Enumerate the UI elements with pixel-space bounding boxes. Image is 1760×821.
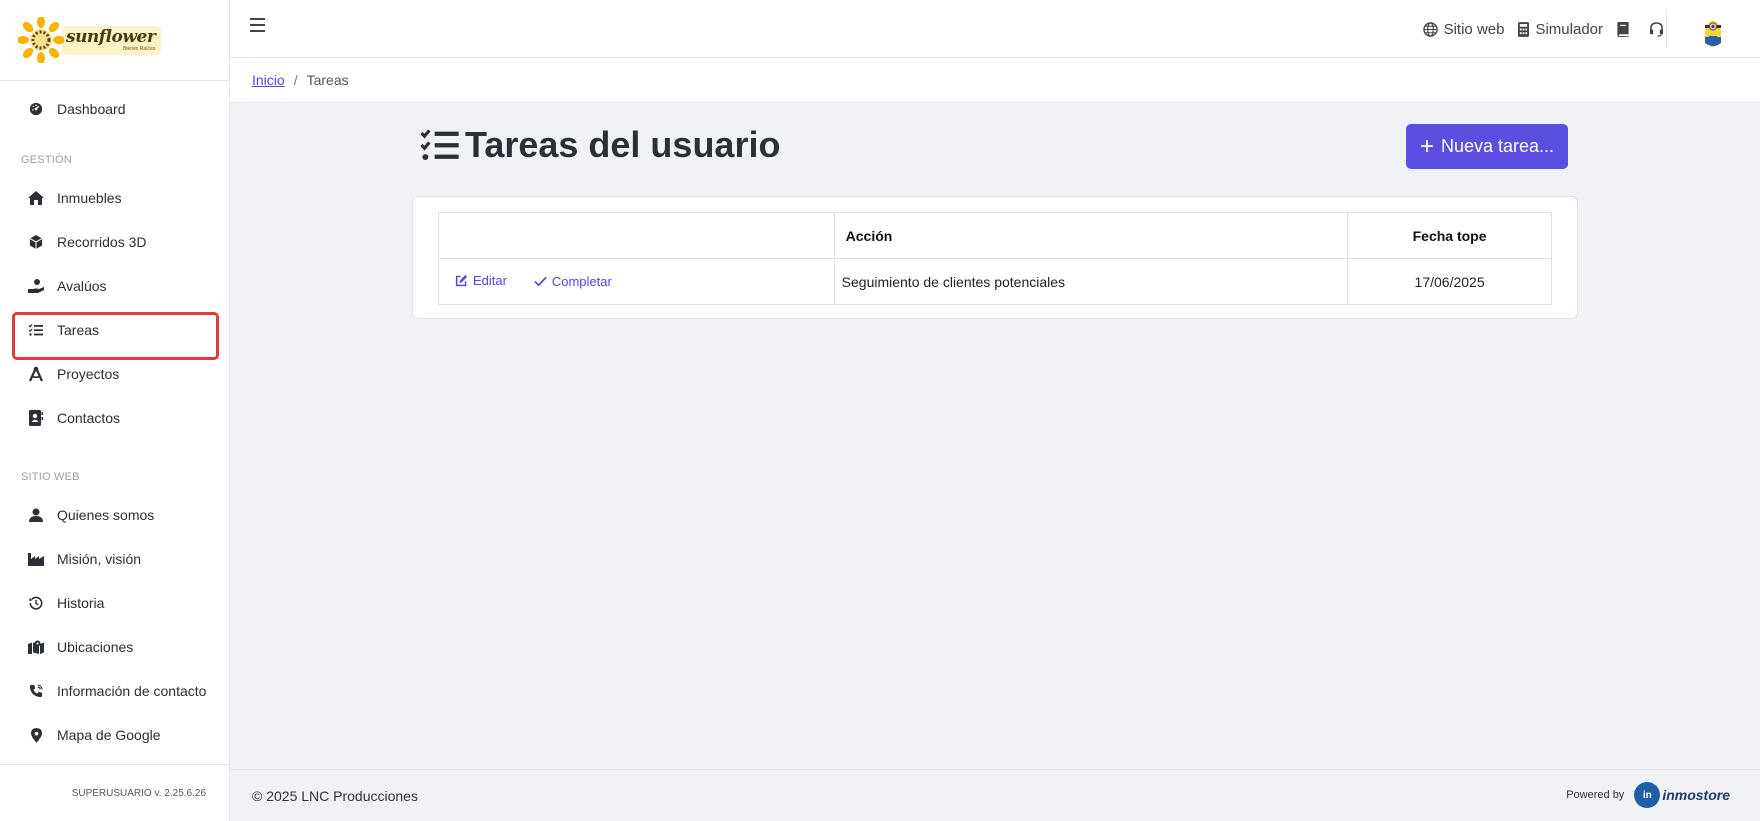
sidebar-item-label: Quienes somos: [57, 507, 155, 523]
home-icon: [28, 190, 44, 206]
check-icon: [534, 276, 547, 287]
sidebar-item-label: Mapa de Google: [57, 727, 161, 743]
topbar-links: Sitio web Simulador: [1409, 0, 1670, 58]
book-icon: [1617, 21, 1629, 37]
sidebar-item-label: Historia: [57, 595, 105, 611]
sidebar-item-quienes-somos[interactable]: Quienes somos: [0, 493, 229, 537]
column-header-actions: [438, 212, 835, 259]
topbar: Sitio web Simulador: [230, 0, 1760, 58]
gauge-icon: [28, 101, 44, 117]
logo-wordmark: sunflower Bienes Raíces: [62, 25, 162, 55]
sidebar-item-inmuebles[interactable]: Inmuebles: [0, 176, 229, 220]
sidebar-item-historia[interactable]: Historia: [0, 581, 229, 625]
task-fecha-tope-cell: 17/06/2025: [1347, 258, 1552, 305]
edit-icon: [455, 274, 468, 287]
cube-icon: [28, 234, 44, 250]
complete-task-label: Completar: [551, 274, 612, 289]
sidebar-item-informacion-contacto[interactable]: Información de contacto: [0, 669, 229, 713]
address-book-icon: [28, 410, 44, 426]
breadcrumb-separator: /: [293, 72, 298, 88]
sidebar-item-label: Ubicaciones: [57, 639, 134, 655]
simulador-label: Simulador: [1535, 20, 1603, 38]
sidebar-item-label: Avalúos: [57, 278, 107, 294]
sidebar-item-label: Recorridos 3D: [57, 234, 147, 250]
inmostore-logo-icon: in: [1634, 782, 1661, 808]
history-icon: [28, 595, 44, 611]
headset-icon: [1649, 21, 1664, 37]
sitio-web-label: Sitio web: [1443, 20, 1505, 38]
hand-coin-icon: [28, 278, 44, 294]
sidebar-item-contactos[interactable]: Contactos: [0, 396, 229, 440]
phone-icon: [28, 683, 44, 699]
sidebar-item-mapa-google[interactable]: Mapa de Google: [0, 713, 229, 757]
user-role-version: SUPERUSUARIO v. 2.25.6.26: [0, 764, 229, 821]
menu-toggle-icon[interactable]: [250, 18, 268, 36]
sidebar-item-dashboard[interactable]: Dashboard: [0, 87, 229, 131]
map-pin-icon: [28, 727, 44, 743]
sidebar-item-avaluos[interactable]: Avalúos: [0, 264, 229, 308]
section-label-sitio-web: SITIO WEB: [21, 471, 80, 483]
powered-by: Powered by in inmostore: [1566, 782, 1730, 808]
page-footer: © 2025 LNC Producciones Powered by in in…: [230, 769, 1760, 821]
inmostore-logo[interactable]: in inmostore: [1634, 782, 1730, 808]
table-row: Editar Completar Seguimiento de clientes…: [438, 258, 1552, 305]
sidebar-item-label: Contactos: [57, 410, 121, 426]
compass-icon: [28, 366, 44, 382]
inmostore-brand-text: inmostore: [1662, 787, 1730, 803]
sidebar-item-mision-vision[interactable]: Misión, visión: [0, 537, 229, 581]
edit-task-button[interactable]: Editar: [455, 273, 507, 288]
sunflower-logo[interactable]: sunflower Bienes Raíces: [18, 17, 162, 63]
sidebar-nav: Dashboard GESTIÓN Inmuebles Recorridos 3…: [0, 81, 229, 757]
topbar-divider: [1666, 10, 1667, 48]
task-list-icon: [421, 129, 459, 160]
sunflower-logo-icon: [18, 17, 64, 63]
tasks-table: Acción Fecha tope Editar Completar Segui…: [438, 212, 1552, 305]
sidebar-item-label: Dashboard: [57, 101, 126, 117]
section-label-gestion: GESTIÓN: [21, 154, 72, 166]
sidebar-item-label: Proyectos: [57, 366, 120, 382]
page-title-text: Tareas del usuario: [465, 124, 781, 165]
user-icon: [28, 507, 44, 523]
industry-icon: [28, 551, 44, 567]
sidebar-item-label: Inmuebles: [57, 190, 122, 206]
manual-link[interactable]: [1617, 21, 1635, 37]
logo-area: sunflower Bienes Raíces: [0, 0, 229, 81]
simulador-link[interactable]: Simulador: [1518, 21, 1603, 38]
column-header-accion: Acción: [833, 212, 1349, 259]
page-title: Tareas del usuario: [421, 124, 780, 166]
breadcrumb-current: Tareas: [306, 72, 349, 88]
avatar[interactable]: [1703, 16, 1723, 48]
edit-task-label: Editar: [473, 273, 507, 288]
powered-by-label: Powered by: [1566, 789, 1625, 801]
globe-icon: [1422, 21, 1438, 37]
active-item-highlight: [12, 312, 219, 360]
table-header-row: Acción Fecha tope: [438, 212, 1552, 259]
tasks-card: Acción Fecha tope Editar Completar Segui…: [412, 196, 1578, 319]
complete-task-button[interactable]: Completar: [534, 274, 612, 289]
sidebar-item-label: Información de contacto: [57, 683, 207, 699]
copyright-text: © 2025 LNC Producciones: [252, 787, 418, 804]
calculator-icon: [1518, 21, 1530, 37]
sidebar: sunflower Bienes Raíces Dashboard GESTIÓ…: [0, 0, 230, 821]
breadcrumb: Inicio / Tareas: [230, 58, 1760, 103]
row-actions-cell: Editar Completar: [438, 258, 835, 305]
sidebar-item-ubicaciones[interactable]: Ubicaciones: [0, 625, 229, 669]
new-task-button-label: Nueva tarea...: [1440, 136, 1555, 156]
sitio-web-link[interactable]: Sitio web: [1422, 20, 1505, 38]
breadcrumb-home-link[interactable]: Inicio: [252, 72, 285, 88]
brand-name: sunflower: [66, 26, 156, 47]
column-header-fecha-tope: Fecha tope: [1347, 212, 1552, 259]
task-accion-cell: Seguimiento de clientes potenciales: [833, 258, 1349, 305]
new-task-button[interactable]: + Nueva tarea...: [1406, 124, 1568, 169]
sidebar-item-recorridos-3d[interactable]: Recorridos 3D: [0, 220, 229, 264]
sidebar-item-label: Misión, visión: [57, 551, 142, 567]
plus-icon: +: [1419, 132, 1434, 160]
map-location-icon: [28, 639, 44, 655]
